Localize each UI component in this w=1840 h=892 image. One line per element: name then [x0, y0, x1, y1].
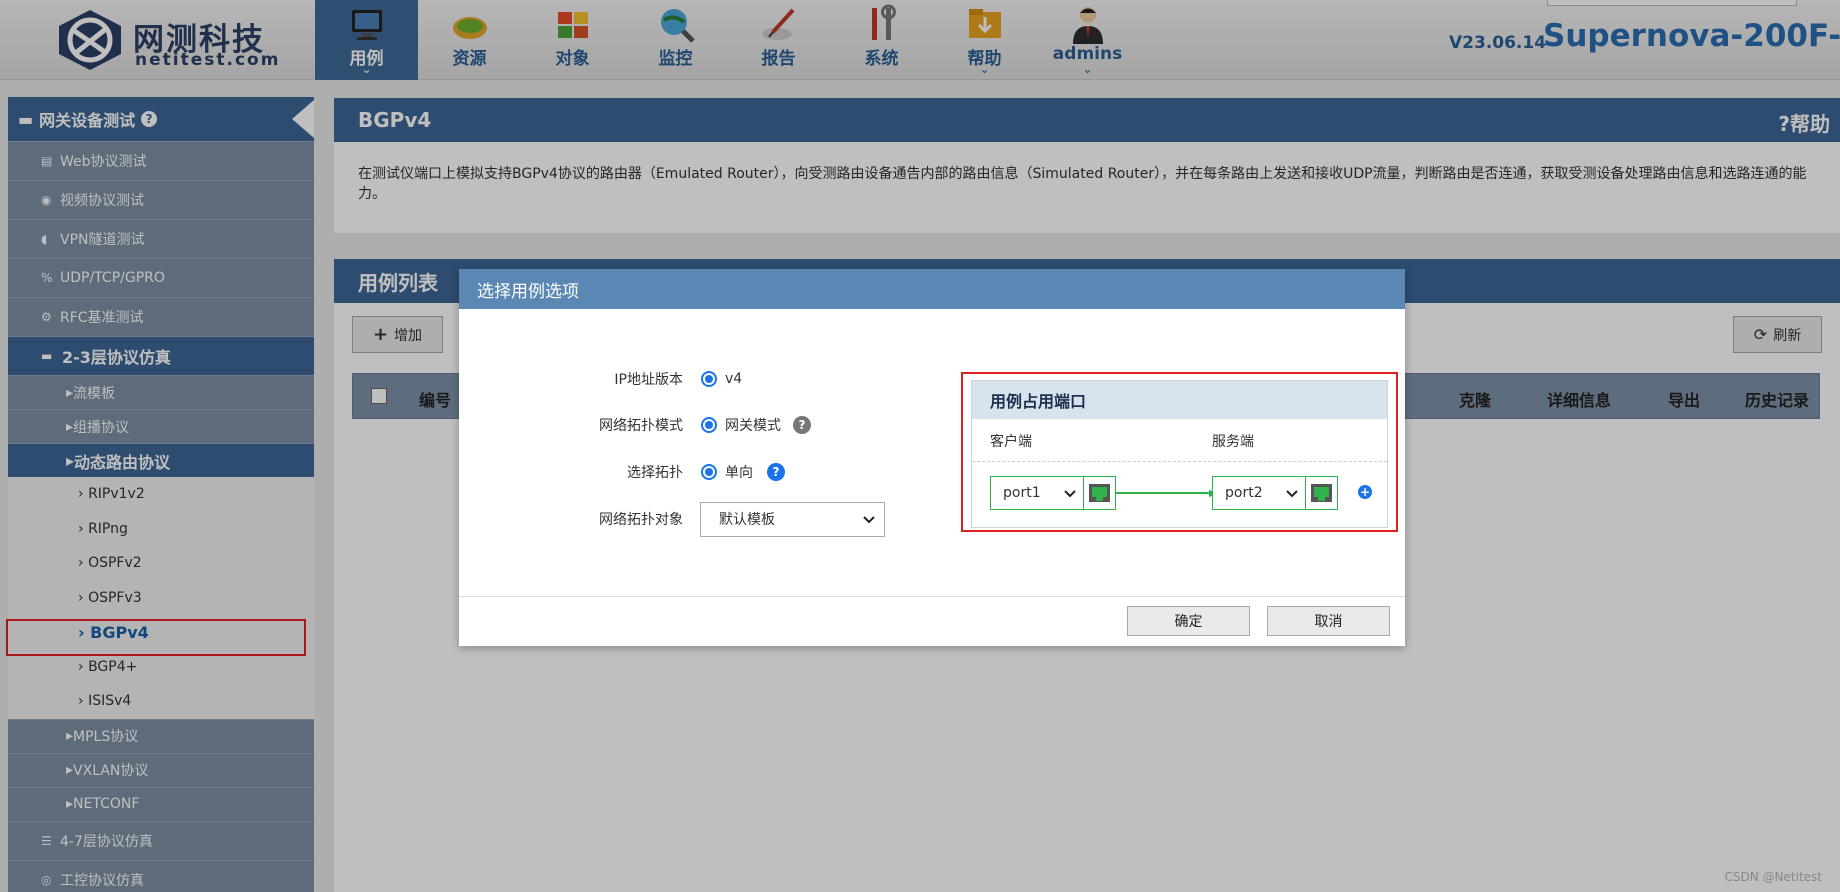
- port-link-line: [1116, 492, 1212, 494]
- topology-mode-row: 网络拓扑模式 网关模式 ?: [459, 410, 959, 440]
- topology-target-label: 网络拓扑对象: [599, 512, 683, 528]
- confirm-button[interactable]: 确定: [1127, 606, 1250, 636]
- client-label: 客户端: [990, 434, 1032, 450]
- add-port-icon[interactable]: +: [1358, 485, 1372, 499]
- ports-title: 用例占用端口: [972, 381, 1387, 419]
- divider: [972, 461, 1387, 462]
- dialog-footer: [459, 596, 1405, 597]
- ethernet-port-icon: [1311, 484, 1332, 502]
- gateway-mode-label: 网关模式: [725, 418, 781, 434]
- server-port-button[interactable]: [1305, 476, 1338, 510]
- ip-v4-radio[interactable]: [701, 371, 717, 387]
- question-icon[interactable]: ?: [793, 416, 811, 434]
- one-way-radio[interactable]: [701, 464, 717, 480]
- server-port-value: port2: [1225, 485, 1263, 501]
- client-port-button[interactable]: [1083, 476, 1116, 510]
- client-port-select[interactable]: port1: [990, 476, 1084, 510]
- ip-version-label: IP地址版本: [614, 372, 683, 388]
- chevron-down-icon: [1286, 490, 1298, 498]
- server-label: 服务端: [1212, 434, 1254, 450]
- topology-target-select[interactable]: 默认模板: [700, 501, 885, 537]
- client-port-value: port1: [1003, 485, 1041, 501]
- ports-highlight-box: 用例占用端口 客户端 服务端 port1 ▶ port2 +: [961, 372, 1398, 532]
- topology-row: 选择拓扑 单向 ?: [459, 457, 959, 487]
- cancel-button[interactable]: 取消: [1267, 606, 1390, 636]
- question-icon[interactable]: ?: [767, 463, 785, 481]
- chevron-down-icon: [1064, 490, 1076, 498]
- server-port-select[interactable]: port2: [1212, 476, 1306, 510]
- gateway-mode-radio[interactable]: [701, 417, 717, 433]
- usecase-options-dialog: 选择用例选项 IP地址版本 v4 网络拓扑模式 网关模式 ? 选择拓扑 单向 ?…: [459, 269, 1405, 646]
- ports-panel: 用例占用端口 客户端 服务端 port1 ▶ port2 +: [971, 380, 1388, 528]
- watermark: CSDN @Netitest: [1724, 870, 1822, 884]
- ethernet-port-icon: [1089, 484, 1110, 502]
- topology-label: 选择拓扑: [627, 465, 683, 481]
- ip-v4-label: v4: [725, 371, 743, 387]
- topology-target-row: 网络拓扑对象 默认模板: [459, 501, 959, 537]
- one-way-label: 单向: [725, 465, 753, 481]
- topology-mode-label: 网络拓扑模式: [599, 418, 683, 434]
- dialog-title: 选择用例选项: [459, 269, 1405, 309]
- chevron-down-icon: [863, 515, 875, 523]
- ip-version-row: IP地址版本 v4: [459, 364, 959, 394]
- topology-target-value: 默认模板: [719, 512, 775, 528]
